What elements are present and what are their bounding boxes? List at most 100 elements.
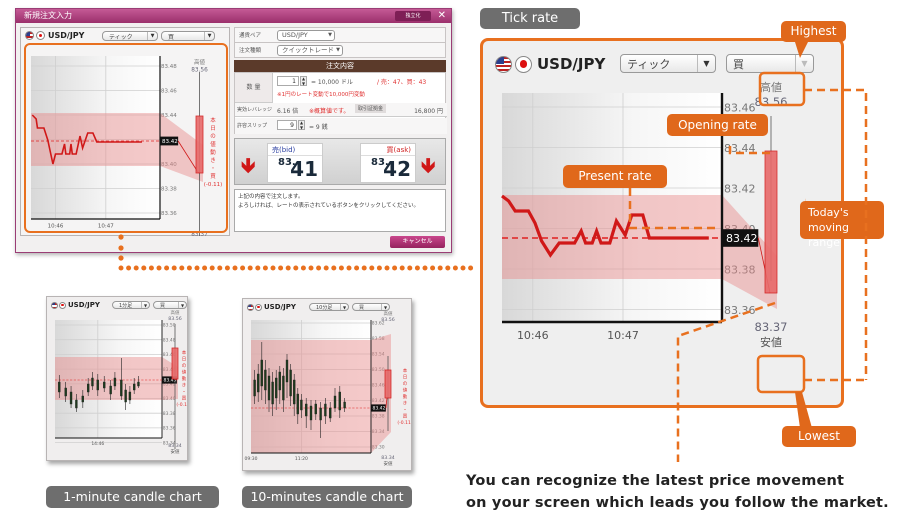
x-tick-label: 10:47	[607, 329, 639, 342]
x-tick-label: 11:20	[295, 456, 308, 462]
moving-text-char: 動	[403, 393, 408, 400]
leverage-note: ※概算値です。	[309, 108, 350, 115]
candle-body	[319, 407, 322, 421]
thumb-1min-caption: 1-minute candle chart	[46, 486, 219, 508]
low-label: 安値	[384, 460, 393, 467]
connector-dot	[338, 265, 344, 271]
chart-type-select[interactable]: ティック ▼	[102, 31, 158, 41]
candle-body	[81, 395, 84, 403]
callout-moving-range: Today's moving range	[800, 201, 884, 249]
cancel-button[interactable]: キャンセル	[390, 236, 445, 248]
detach-button[interactable]: 独立化	[395, 11, 431, 21]
connector-dot	[300, 265, 306, 271]
connector-dot	[118, 265, 124, 271]
low-value: 83.34	[168, 443, 182, 449]
leverage-value: 6.16 倍	[277, 108, 299, 115]
connector-dot	[186, 265, 192, 271]
candle-body	[309, 405, 313, 421]
candle-body	[113, 377, 117, 387]
pair-select[interactable]: USD/JPY ▼	[277, 30, 335, 41]
margin-label: 取引証拠金	[355, 104, 387, 113]
candle-body	[289, 369, 292, 397]
y-tick-label: 83.48	[163, 337, 176, 343]
confirmation-message: 上記の内容で注文します。 よろしければ、レートの表示されているボタンをクリックし…	[234, 189, 446, 232]
ask-button[interactable]: 買(ask) 83. 42	[360, 143, 416, 183]
position-info: / 売：47、買：43	[377, 79, 427, 86]
qty-input[interactable]: 1	[277, 76, 299, 86]
message-line-2: よろしければ、レートの表示されているボタンをクリックしてください。	[238, 203, 420, 209]
moving-text-char: 日	[403, 375, 408, 381]
connector-dot	[202, 265, 208, 271]
down-arrow-icon: 🡻	[421, 153, 436, 177]
high-value: 83.56	[168, 316, 182, 322]
bid-rate: 41	[290, 157, 318, 181]
connector-dot	[384, 265, 390, 271]
order-type-label: 注文種類	[239, 48, 262, 54]
high-label: 高値	[384, 310, 393, 317]
chart-type-value: ティック	[109, 33, 133, 41]
summary-text: You can recognize the latest price movem…	[466, 470, 889, 514]
high-label: 高値	[760, 80, 782, 94]
connector-dot	[179, 265, 185, 271]
qty-equivalent: = 10,000 ドル	[311, 79, 353, 86]
candle-body	[124, 389, 127, 403]
candle-body	[324, 403, 327, 417]
candle-body	[96, 379, 99, 391]
qty-note: ※1円のレート変動で10,000円変動	[277, 92, 365, 98]
order-type-select[interactable]: クイックトレード ▼	[277, 45, 343, 56]
connector-dot	[354, 265, 360, 271]
callout-present-rate: Present rate	[563, 165, 667, 188]
moving-change: (-0.11)	[397, 420, 411, 426]
x-tick-label: 09:30	[245, 456, 258, 462]
slippage-input[interactable]: 9	[277, 120, 297, 130]
candle-body	[300, 399, 303, 411]
side-select[interactable]: 買 ▼	[161, 31, 215, 41]
slippage-label: 許容スリップ	[237, 123, 268, 129]
candle-body	[133, 383, 136, 391]
side-value: 買	[168, 33, 175, 41]
connector-dot	[156, 265, 162, 271]
connector-dot	[232, 265, 238, 271]
qty-stepper[interactable]: ▲ ▼	[300, 76, 307, 86]
chevron-down-icon: ▼	[204, 32, 214, 40]
candle-body	[103, 381, 106, 389]
moving-change: (-0.10)	[176, 402, 187, 408]
y-tick-label: 83.50	[163, 323, 176, 329]
y-tick-label: 83.36	[724, 304, 756, 317]
candle-body	[329, 407, 332, 419]
moving-text-char: 買	[403, 414, 408, 420]
moving-text-char: の	[182, 363, 187, 369]
tick-chart: 83.4683.4483.4283.4083.3883.3610:4610:47…	[501, 80, 788, 349]
low-label: 安値	[171, 448, 180, 455]
connector-dot	[194, 265, 200, 271]
margin-value: 16,800 円	[414, 108, 443, 115]
ask-rate: 42	[383, 157, 411, 181]
moving-text-char: 日	[182, 357, 187, 363]
candle-body	[275, 377, 278, 399]
candle-chart-1min: 83.5083.4883.4683.4483.4283.4083.3883.36…	[55, 309, 187, 455]
bid-button[interactable]: 売(bid) 83. 41	[267, 143, 323, 183]
connector-dot	[407, 265, 413, 271]
y-tick-label: 83.46	[724, 101, 756, 114]
low-value: 83.37	[754, 320, 787, 334]
slippage-stepper[interactable]: ▲ ▼	[298, 120, 305, 130]
chevron-down-icon: ▼	[147, 32, 157, 40]
connector-dot	[247, 265, 253, 271]
connector-dot	[285, 265, 291, 271]
connector-dot	[171, 265, 177, 271]
connector-dot	[209, 265, 215, 271]
callout-opening-rate: Opening rate	[667, 114, 768, 136]
close-icon[interactable]: ✕	[438, 10, 446, 22]
connector-dot	[376, 265, 382, 271]
moving-text-char: ・	[403, 408, 408, 413]
connector-dot	[430, 265, 436, 271]
candle-body	[278, 371, 281, 391]
connector-dot	[452, 265, 458, 271]
connector-dot	[316, 265, 322, 271]
moving-text-char: ・	[182, 390, 187, 395]
symbol-header: USD/JPY	[25, 31, 84, 40]
candle-body	[69, 391, 73, 405]
connector-dot	[331, 265, 337, 271]
connector-dot	[148, 265, 154, 271]
window-titlebar[interactable]: 新規注文入力	[16, 9, 451, 23]
